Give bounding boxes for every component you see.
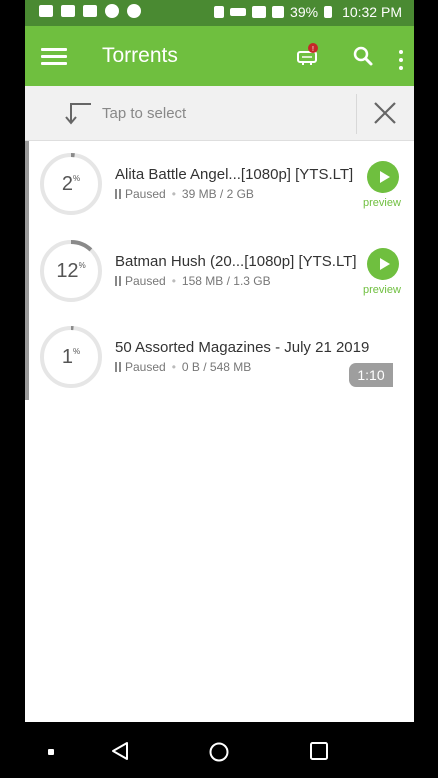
- steam-icon: [127, 4, 141, 18]
- paused-icon: [115, 276, 121, 286]
- home-button[interactable]: [208, 741, 230, 768]
- signal-icon: [272, 6, 285, 18]
- page-title: Torrents: [102, 44, 178, 67]
- progress-percent: 1%: [39, 325, 103, 389]
- torrent-info: Paused • 158 MB / 1.3 GB: [115, 274, 271, 288]
- torrent-status: Paused: [125, 274, 166, 288]
- back-button[interactable]: [110, 741, 130, 766]
- hamburger-icon: [41, 48, 67, 51]
- menu-button[interactable]: [41, 44, 67, 68]
- video-camera-icon: [39, 5, 53, 17]
- torrent-size: 158 MB / 1.3 GB: [181, 274, 271, 288]
- progress-value: 12: [56, 259, 79, 282]
- torrent-name: Alita Battle Angel...[1080p] [YTS.LT]: [115, 166, 354, 183]
- remote-connection-button[interactable]: !: [291, 40, 323, 72]
- progress-percent: 2%: [39, 152, 103, 216]
- percent-sign: %: [78, 260, 86, 270]
- battery-icon: [324, 6, 333, 18]
- status-bar: 39% 10:32 PM: [25, 0, 414, 26]
- progress-percent: 12%: [39, 239, 103, 303]
- overview-square-icon: [310, 742, 328, 760]
- torrent-info: Paused • 0 B / 548 MB: [115, 360, 251, 374]
- torrent-row[interactable]: 2% Alita Battle Angel...[1080p] [YTS.LT]…: [25, 141, 414, 227]
- torrent-name: Batman Hush (20...[1080p] [YTS.LT]: [115, 253, 357, 270]
- torrent-size: 39 MB / 2 GB: [181, 187, 254, 201]
- app-screen: 39% 10:32 PM Torrents ! Tap to select 2 …: [25, 0, 414, 722]
- play-icon: [380, 171, 390, 183]
- percent-sign: %: [73, 173, 81, 183]
- status-system: 39% 10:32 PM: [214, 4, 402, 20]
- search-icon: [353, 46, 373, 66]
- close-selection-button[interactable]: [372, 100, 398, 126]
- separator-dot: •: [171, 274, 176, 288]
- paused-icon: [115, 189, 121, 199]
- torrent-row[interactable]: 1% 50 Assorted Magazines - July 21 2019 …: [25, 314, 414, 400]
- progress-value: 1: [61, 345, 73, 368]
- video-time-badge[interactable]: 1:10: [349, 363, 393, 387]
- play-preview-button[interactable]: [367, 161, 399, 193]
- search-button[interactable]: [347, 40, 379, 72]
- torrent-status: Paused: [125, 360, 166, 374]
- play-icon: [380, 258, 390, 270]
- separator-dot: •: [171, 360, 176, 374]
- key-icon: [230, 8, 247, 16]
- play-preview-button[interactable]: [367, 248, 399, 280]
- close-icon: [374, 102, 396, 124]
- torrent-size: 0 B / 548 MB: [181, 360, 252, 374]
- torrent-name: 50 Assorted Magazines - July 21 2019: [115, 339, 370, 356]
- mail-icon: [61, 5, 75, 17]
- app-bar: Torrents !: [25, 26, 414, 86]
- assistant-dot-button[interactable]: [48, 749, 54, 755]
- home-circle-icon: [209, 742, 229, 762]
- torrent-row[interactable]: 12% Batman Hush (20...[1080p] [YTS.LT] P…: [25, 228, 414, 314]
- selection-bar: Tap to select: [25, 86, 414, 141]
- clock: 10:32 PM: [342, 4, 402, 20]
- svg-text:!: !: [312, 46, 314, 53]
- overflow-menu-button[interactable]: [391, 40, 411, 72]
- vibrate-icon: [214, 6, 225, 18]
- progress-value: 2: [61, 172, 73, 195]
- voicemail-icon: [83, 5, 97, 17]
- torrent-status: Paused: [125, 187, 166, 201]
- divider: [356, 94, 357, 134]
- percent-sign: %: [73, 346, 81, 356]
- overview-button[interactable]: [309, 741, 329, 766]
- status-notifications: [39, 4, 141, 18]
- navigation-bar: [0, 722, 438, 778]
- torrent-info: Paused • 39 MB / 2 GB: [115, 187, 254, 201]
- preview-label[interactable]: preview: [363, 284, 401, 296]
- back-triangle-icon: [112, 742, 128, 760]
- torrent-app-icon: [105, 4, 119, 18]
- battery-percent: 39%: [290, 4, 319, 20]
- separator-dot: •: [171, 187, 176, 201]
- select-arrow-icon: [65, 103, 91, 125]
- preview-label[interactable]: preview: [363, 197, 401, 209]
- select-hint[interactable]: Tap to select: [102, 105, 186, 122]
- router-icon: !: [297, 43, 318, 65]
- paused-icon: [115, 362, 121, 372]
- more-vertical-icon: [391, 40, 411, 70]
- wifi-icon: [252, 6, 267, 18]
